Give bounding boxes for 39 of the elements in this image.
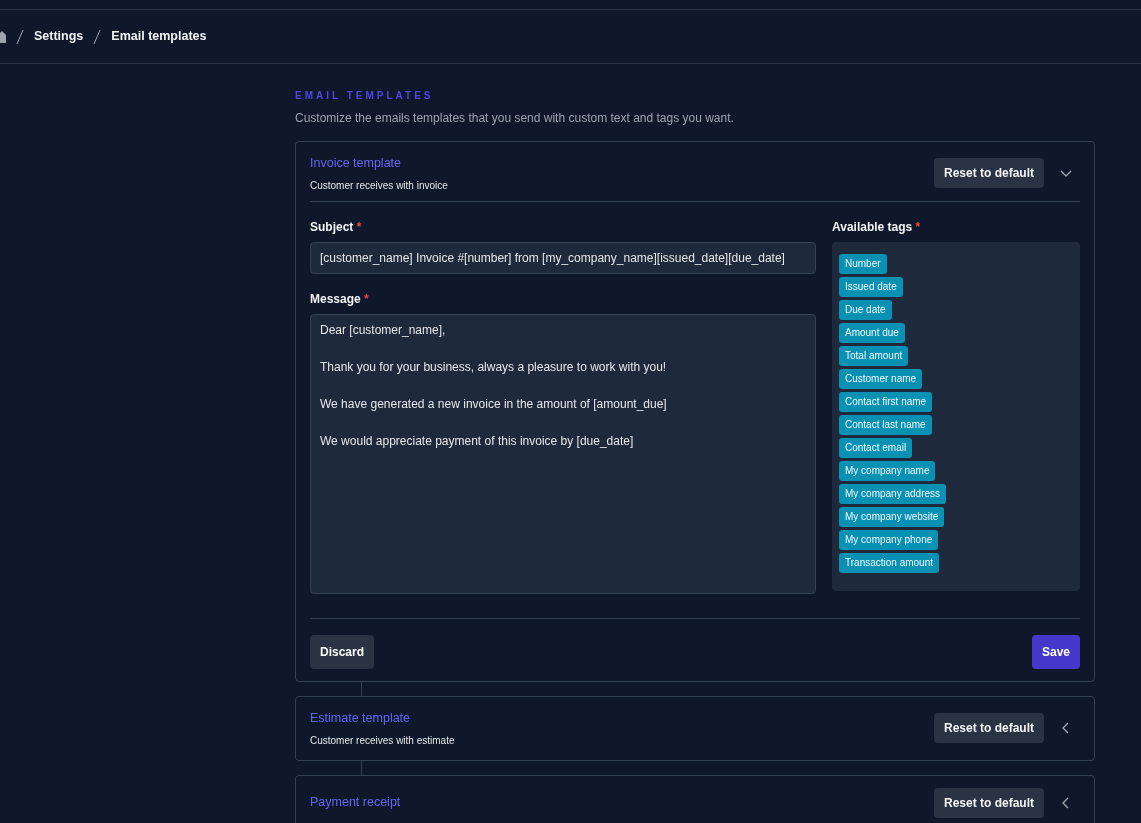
tag-chip[interactable]: Contact email	[839, 437, 913, 458]
tag-chip[interactable]: Due date	[839, 299, 892, 320]
tag-chip[interactable]: Contact last name	[839, 414, 932, 435]
home-icon[interactable]	[0, 30, 6, 43]
tag-chip[interactable]: My company phone	[839, 529, 939, 550]
required-asterisk: *	[364, 291, 369, 306]
tag-chip[interactable]: Amount due	[839, 322, 905, 343]
message-field[interactable]: Dear [customer_name], Thank you for your business, always a pleasure to work with you! We have generated a new invoice in the amount of [amount_due] We would appreciate payment of this invoice by [due_date]	[310, 313, 816, 594]
slash-separator-icon	[16, 29, 24, 44]
reset-to-default-button[interactable]: Reset to default	[934, 713, 1044, 744]
reset-to-default-button[interactable]: Reset to default	[934, 158, 1044, 189]
available-tags-label: Available tags	[832, 219, 913, 234]
breadcrumb-link[interactable]: Settings	[34, 27, 84, 46]
section-heading: EMAIL TEMPLATES	[295, 89, 435, 103]
slash-separator-icon	[93, 29, 102, 44]
required-asterisk: *	[356, 219, 362, 234]
tag-chip[interactable]: Contact first name	[839, 391, 933, 412]
reset-to-default-button[interactable]: Reset to default	[934, 787, 1044, 818]
tag-chip[interactable]: My company website	[839, 506, 945, 527]
tag-chip[interactable]: Issued date	[839, 276, 903, 297]
tag-chip[interactable]: Customer name	[839, 368, 923, 389]
template-subtitle: Customer receives with estimate	[310, 733, 456, 748]
tag-chip[interactable]: Transaction amount	[839, 552, 939, 573]
subject-field[interactable]: [customer_name] Invoice #[number] from [my_company_name][issued_date][due_date]	[310, 241, 816, 274]
breadcrumb-current: Email templates	[111, 28, 207, 46]
section-description: Customize the emails templates that you send with custom text and tags you want.	[295, 110, 735, 127]
template-title[interactable]: Payment receipt	[310, 793, 401, 812]
tag-chip[interactable]: Number	[839, 253, 887, 274]
tag-chip[interactable]: My company address	[839, 483, 947, 504]
save-button[interactable]: Save	[1031, 634, 1080, 669]
template-title[interactable]: Estimate template	[310, 708, 411, 728]
discard-button[interactable]: Discard	[310, 634, 375, 669]
required-asterisk: *	[915, 219, 921, 234]
tag-chip[interactable]: My company name	[839, 460, 936, 481]
message-label: Message	[310, 291, 361, 306]
subject-label: Subject	[310, 219, 354, 234]
template-subtitle: Customer receives with invoice	[310, 178, 449, 193]
template-title[interactable]: Invoice template	[310, 154, 402, 173]
tag-chip[interactable]: Total amount	[839, 345, 909, 366]
